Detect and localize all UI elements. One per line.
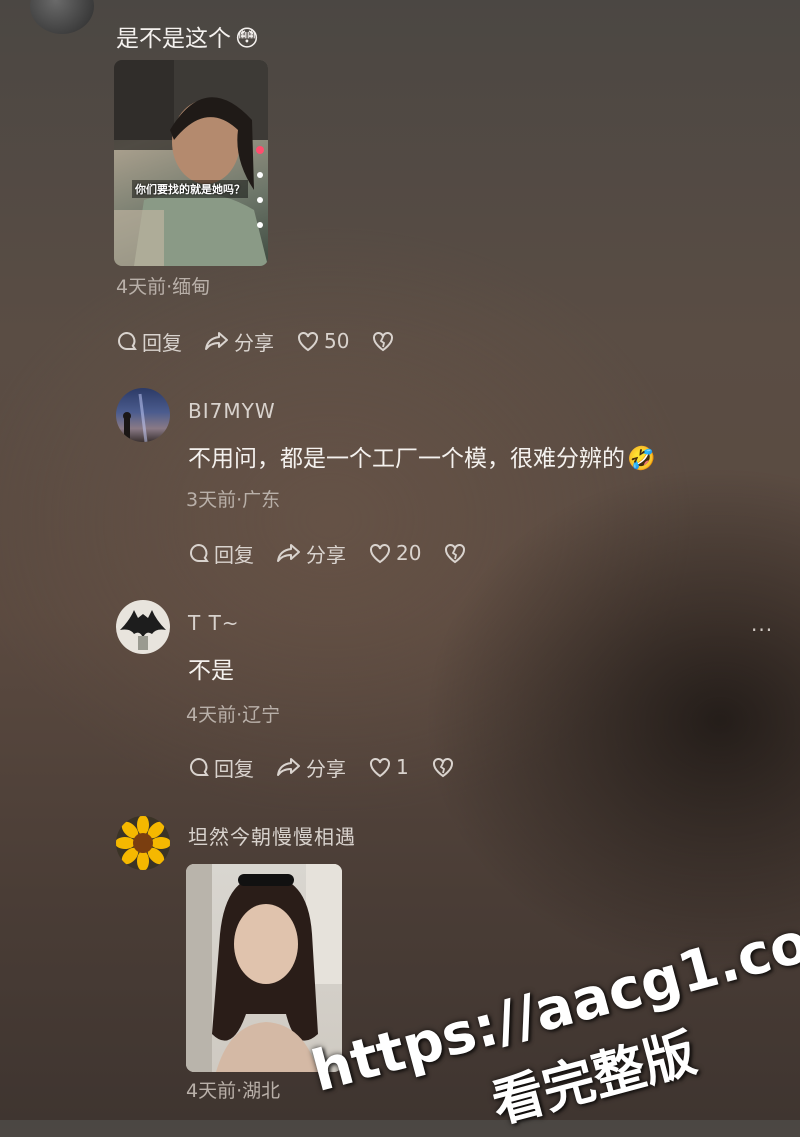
flushed-emoji-icon: 😳 [235,26,259,52]
comment-bubble-icon [190,543,209,562]
batman-icon [120,610,166,650]
comment-actions: 回复 分享 1 [188,752,481,782]
avatar[interactable] [30,0,94,34]
rofl-emoji-icon: 🤣 [627,446,656,472]
sunflower-icon [116,816,170,870]
share-button[interactable]: 分享 [276,539,346,568]
share-button[interactable]: 分享 [276,753,346,782]
share-arrow-icon [205,332,228,350]
broken-heart-icon [445,543,466,564]
share-button[interactable]: 分享 [204,327,274,356]
reply-button[interactable]: 回复 [116,327,182,356]
dislike-button[interactable] [371,330,399,352]
like-button[interactable]: 20 [368,541,421,565]
comment-actions: 回复 分享 20 [188,538,493,568]
comment-bubble-icon [118,331,137,350]
thumbnail-caption: 你们要找的就是她吗？ [132,180,248,198]
username[interactable]: T T~ [188,610,240,636]
share-arrow-icon [277,544,300,562]
comment-meta: 4天前·缅甸 [116,276,211,298]
dislike-button[interactable] [443,542,471,564]
comment-meta: 3天前·广东 [186,489,281,511]
avatar[interactable] [116,816,170,870]
night-sky-image [123,393,148,442]
comment-actions: 回复 分享 50 [116,326,421,356]
comment-text: 不是 [188,658,234,684]
dislike-button[interactable] [431,756,459,778]
share-arrow-icon [277,758,300,776]
video-thumbnail[interactable]: 你们要找的就是她吗？ [114,60,268,266]
like-button[interactable]: 50 [296,329,349,353]
comment-meta: 4天前·湖北 [186,1080,281,1102]
comment-text: 是不是这个 😳 [116,26,259,52]
reply-button[interactable]: 回复 [188,539,254,568]
person-photo [114,60,268,266]
heart-icon [370,757,390,778]
heart-icon [370,543,390,564]
heart-icon [298,331,318,352]
comment-bubble-icon [190,757,209,776]
more-options-icon[interactable]: ··· [751,618,773,642]
comment-meta: 4天前·辽宁 [186,704,281,726]
avatar[interactable] [116,600,170,654]
broken-heart-icon [432,757,453,778]
username[interactable]: BI7MYW [188,398,276,424]
avatar[interactable] [116,388,170,442]
broken-heart-icon [373,331,394,352]
username[interactable]: 坦然今朝慢慢相遇 [188,824,356,850]
like-button[interactable]: 1 [368,755,409,779]
comment-text: 不用问，都是一个工厂一个模，很难分辨的🤣 [188,446,656,472]
reply-button[interactable]: 回复 [188,753,254,782]
